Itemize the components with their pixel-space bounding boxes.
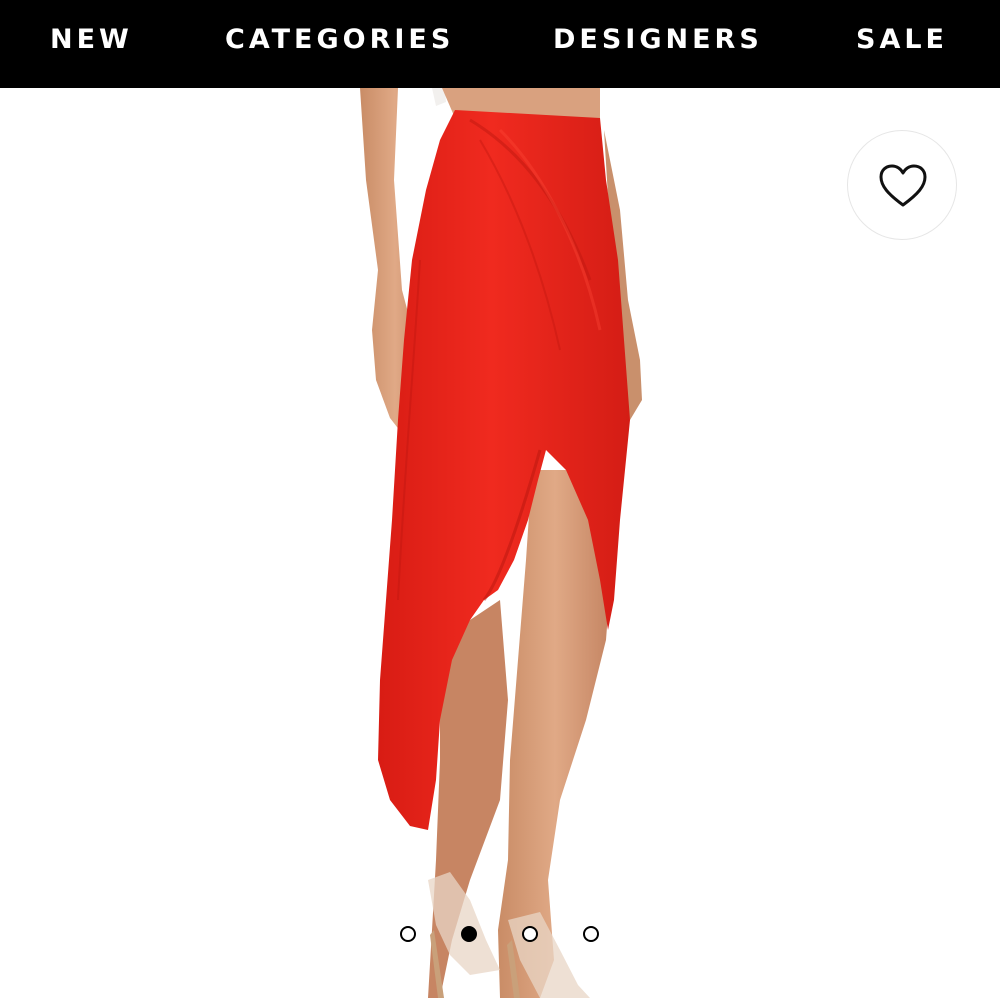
carousel-dot-2[interactable] <box>461 926 477 942</box>
carousel-dot-1[interactable] <box>400 926 416 942</box>
favorite-button[interactable] <box>847 130 957 240</box>
nav-item-sale[interactable]: SALE <box>856 22 948 58</box>
top-nav-bar: NEW CATEGORIES DESIGNERS SALE <box>0 0 1000 88</box>
nav-item-new[interactable]: NEW <box>50 22 133 58</box>
carousel-dot-3[interactable] <box>522 926 538 942</box>
nav-item-designers[interactable]: DESIGNERS <box>553 22 763 58</box>
carousel-pagination <box>398 924 608 948</box>
nav-item-categories[interactable]: CATEGORIES <box>225 22 454 58</box>
carousel-dot-4[interactable] <box>583 926 599 942</box>
product-image <box>360 88 642 998</box>
heart-outline-icon <box>879 164 927 207</box>
